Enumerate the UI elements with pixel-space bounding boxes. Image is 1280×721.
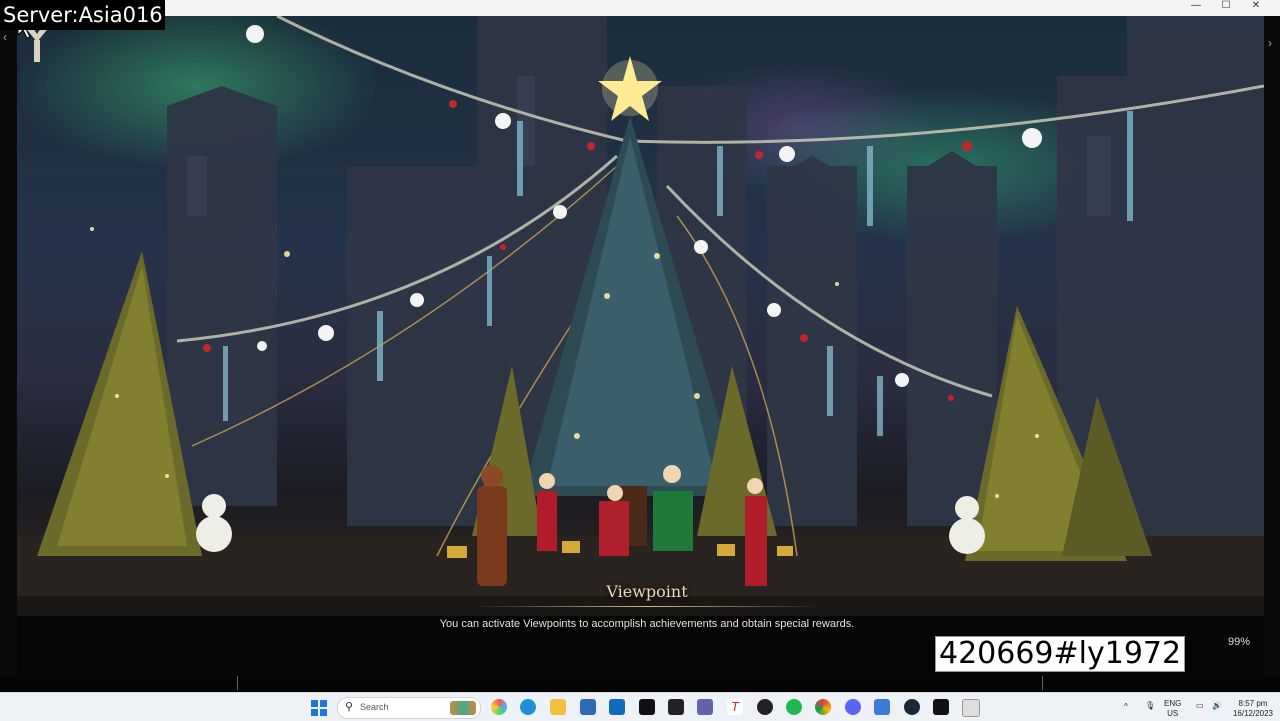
edge-icon[interactable] (520, 699, 536, 715)
teams-icon[interactable] (697, 699, 713, 715)
watermark-id: 420669#ly1972 (935, 636, 1186, 672)
store-icon[interactable] (580, 699, 596, 715)
loading-progress: 99% (1227, 636, 1251, 648)
maximize-button[interactable]: ☐ (1212, 0, 1240, 14)
steam-icon[interactable] (904, 699, 920, 715)
viewpoint-title: Viewpoint (606, 582, 688, 601)
language-code: ENG (1164, 699, 1182, 708)
volume-icon[interactable]: 🔊 (1212, 701, 1222, 711)
chevron-left-icon[interactable]: ‹ (3, 30, 7, 44)
spotify-icon[interactable] (786, 699, 802, 715)
search-placeholder: Search (360, 702, 389, 712)
discord-icon[interactable] (845, 699, 861, 715)
chrome-icon[interactable] (815, 699, 831, 715)
left-frame (0, 16, 17, 676)
app-icon[interactable] (874, 699, 890, 715)
tiktok-icon[interactable] (639, 699, 655, 715)
outlook-icon[interactable] (609, 699, 625, 715)
language-indicator[interactable]: ENG US (1164, 699, 1181, 719)
region-code: US (1167, 709, 1179, 718)
game-client-icon[interactable] (933, 699, 949, 715)
taskbar-search[interactable]: ⚲ Search (337, 697, 481, 719)
active-game-icon[interactable] (962, 699, 980, 717)
viewpoint-divider (472, 606, 822, 607)
clock[interactable]: 8:57 pm 16/12/2023 (1230, 699, 1276, 719)
right-frame (1264, 16, 1280, 676)
media-app-icon[interactable] (757, 699, 773, 715)
chevron-right-icon[interactable]: › (1268, 36, 1272, 50)
scene-illustration (17, 16, 1264, 676)
bottom-frame (0, 676, 1280, 692)
window-title-bar: — ☐ ✕ (0, 0, 1280, 16)
taskbar: ⚲ Search T ^ 🎙 ENG US ▭ 🔊 8:57 pm 16/12/… (0, 692, 1280, 721)
clock-time: 8:57 pm (1238, 699, 1268, 708)
viewpoint-description: You can activate Viewpoints to accomplis… (439, 618, 855, 630)
chevron-up-icon[interactable]: ^ (1124, 702, 1128, 712)
search-icon: ⚲ (345, 701, 354, 713)
windows-start-icon[interactable] (311, 700, 327, 716)
text-app-icon[interactable]: T (727, 699, 743, 715)
copilot-icon[interactable] (491, 699, 507, 715)
frame-marker (237, 676, 238, 690)
frame-marker (1042, 676, 1043, 690)
clock-date: 16/12/2023 (1232, 709, 1274, 718)
minimize-button[interactable]: — (1182, 0, 1210, 14)
game-launcher-icon[interactable] (668, 699, 684, 715)
server-label: Server:Asia016 (0, 0, 165, 30)
network-icon[interactable]: ▭ (1196, 701, 1204, 711)
microphone-icon[interactable]: 🎙 (1145, 701, 1155, 711)
game-scene[interactable]: Viewpoint You can activate Viewpoints to… (17, 16, 1264, 676)
close-button[interactable]: ✕ (1242, 0, 1270, 14)
file-explorer-icon[interactable] (550, 699, 566, 715)
search-highlight-icon (450, 701, 476, 715)
